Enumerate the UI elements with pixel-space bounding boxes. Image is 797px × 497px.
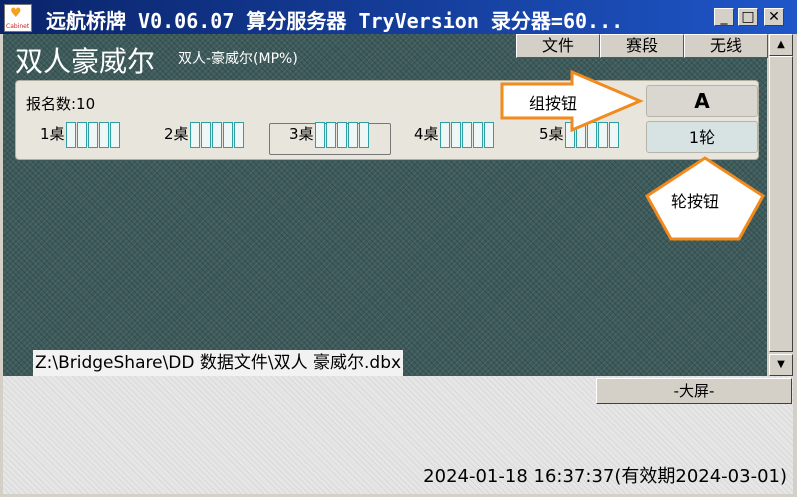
seat-slot xyxy=(65,121,76,148)
scrollbar-thumb[interactable] xyxy=(769,56,793,352)
bridge-logo-icon[interactable]: ♥ Cabinet xyxy=(4,4,32,32)
round-button-annotation: 轮按钮 xyxy=(671,192,720,211)
seat-slot xyxy=(325,121,336,148)
event-title: 双人豪威尔 xyxy=(15,45,156,78)
seat-slot xyxy=(87,121,98,148)
table-label: 1桌 xyxy=(40,125,65,143)
close-button[interactable]: ✕ xyxy=(764,8,784,26)
window-title: 远航桥牌 V0.06.07 算分服务器 TryVersion 录分器=60... xyxy=(46,9,624,33)
seat-slot xyxy=(222,121,233,148)
seat-slot xyxy=(109,121,120,148)
title-bar: ♥ Cabinet 远航桥牌 V0.06.07 算分服务器 TryVersion … xyxy=(0,0,797,34)
table-2[interactable]: 2桌 xyxy=(164,119,244,149)
file-menu-button[interactable]: 文件 xyxy=(516,34,600,58)
seat-slot xyxy=(76,121,87,148)
seat-slot xyxy=(336,121,347,148)
wireless-menu-button[interactable]: 无线 xyxy=(684,34,768,58)
group-button[interactable]: A xyxy=(646,85,758,117)
group-button-annotation: 组按钮 xyxy=(529,94,578,113)
seat-slot xyxy=(358,121,369,148)
minimize-button[interactable]: _ xyxy=(714,8,734,26)
seat-slot xyxy=(450,121,461,148)
table-label: 2桌 xyxy=(164,125,189,143)
table-3[interactable]: 3桌 xyxy=(289,119,369,149)
seat-slot xyxy=(211,121,222,148)
seat-slot xyxy=(314,121,325,148)
round-button[interactable]: 1轮 xyxy=(646,121,758,153)
seat-slot xyxy=(347,121,358,148)
seat-slot xyxy=(189,121,200,148)
tables-panel: 报名数:10 1桌 2桌 3桌 4桌 5桌 A 1轮 xyxy=(15,80,759,160)
seat-slot xyxy=(439,121,450,148)
seat-slot xyxy=(233,121,244,148)
seat-slot xyxy=(472,121,483,148)
arrow-down-icon[interactable]: ▼ xyxy=(769,354,793,376)
registration-count: 报名数:10 xyxy=(26,95,96,113)
seat-slot xyxy=(461,121,472,148)
event-subtitle: 双人-豪威尔(MP%) xyxy=(178,51,298,67)
seat-slot xyxy=(483,121,494,148)
file-path: Z:\BridgeShare\DD 数据文件\双人 豪威尔.dbx xyxy=(33,350,404,376)
table-label: 3桌 xyxy=(289,125,314,143)
status-area: -大屏- 2024-01-18 16:37:37(有效期2024-03-01) xyxy=(3,376,793,494)
vertical-scrollbar[interactable]: ▲ ▼ xyxy=(769,34,793,376)
stage-menu-button[interactable]: 赛段 xyxy=(600,34,684,58)
seat-slot xyxy=(98,121,109,148)
table-1[interactable]: 1桌 xyxy=(40,119,120,149)
seat-slot xyxy=(200,121,211,148)
datetime-status: 2024-01-18 16:37:37(有效期2024-03-01) xyxy=(423,466,787,487)
main-area: 双人豪威尔 双人-豪威尔(MP%) 文件 赛段 无线 报名数:10 1桌 2桌 … xyxy=(3,34,768,376)
maximize-button[interactable]: □ xyxy=(738,8,758,26)
table-4[interactable]: 4桌 xyxy=(414,119,494,149)
arrow-up-icon[interactable]: ▲ xyxy=(769,34,793,56)
table-label: 4桌 xyxy=(414,125,439,143)
big-screen-button[interactable]: -大屏- xyxy=(596,378,792,404)
